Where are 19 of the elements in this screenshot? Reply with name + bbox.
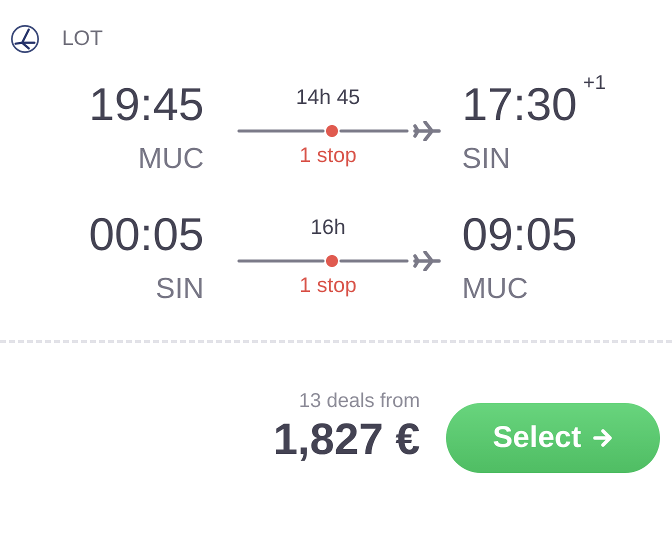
arrow-icon	[593, 428, 614, 448]
arrival-airport: SIN	[462, 142, 510, 176]
arrival-time: 09:05	[462, 208, 578, 260]
departure-airport: MUC	[138, 142, 204, 176]
departure-airport: SIN	[156, 272, 204, 306]
departure-time: 00:05	[88, 208, 204, 260]
price: 1,827 €	[273, 414, 420, 466]
stops-label: 1 stop	[299, 273, 357, 299]
arrival-time: 17:30	[462, 78, 578, 130]
arrival-airport: MUC	[462, 272, 528, 306]
select-button[interactable]: Select	[446, 403, 660, 473]
departure-time: 19:45	[88, 78, 204, 130]
airline-logo-icon	[10, 24, 40, 54]
airline-name: LOT	[62, 27, 103, 51]
flight-duration: 14h 45	[296, 86, 360, 110]
deals-label: 13 deals from	[298, 390, 420, 412]
day-offset: +1	[583, 72, 606, 95]
stops-label: 1 stop	[299, 143, 357, 169]
flight-duration: 16h	[310, 216, 346, 240]
